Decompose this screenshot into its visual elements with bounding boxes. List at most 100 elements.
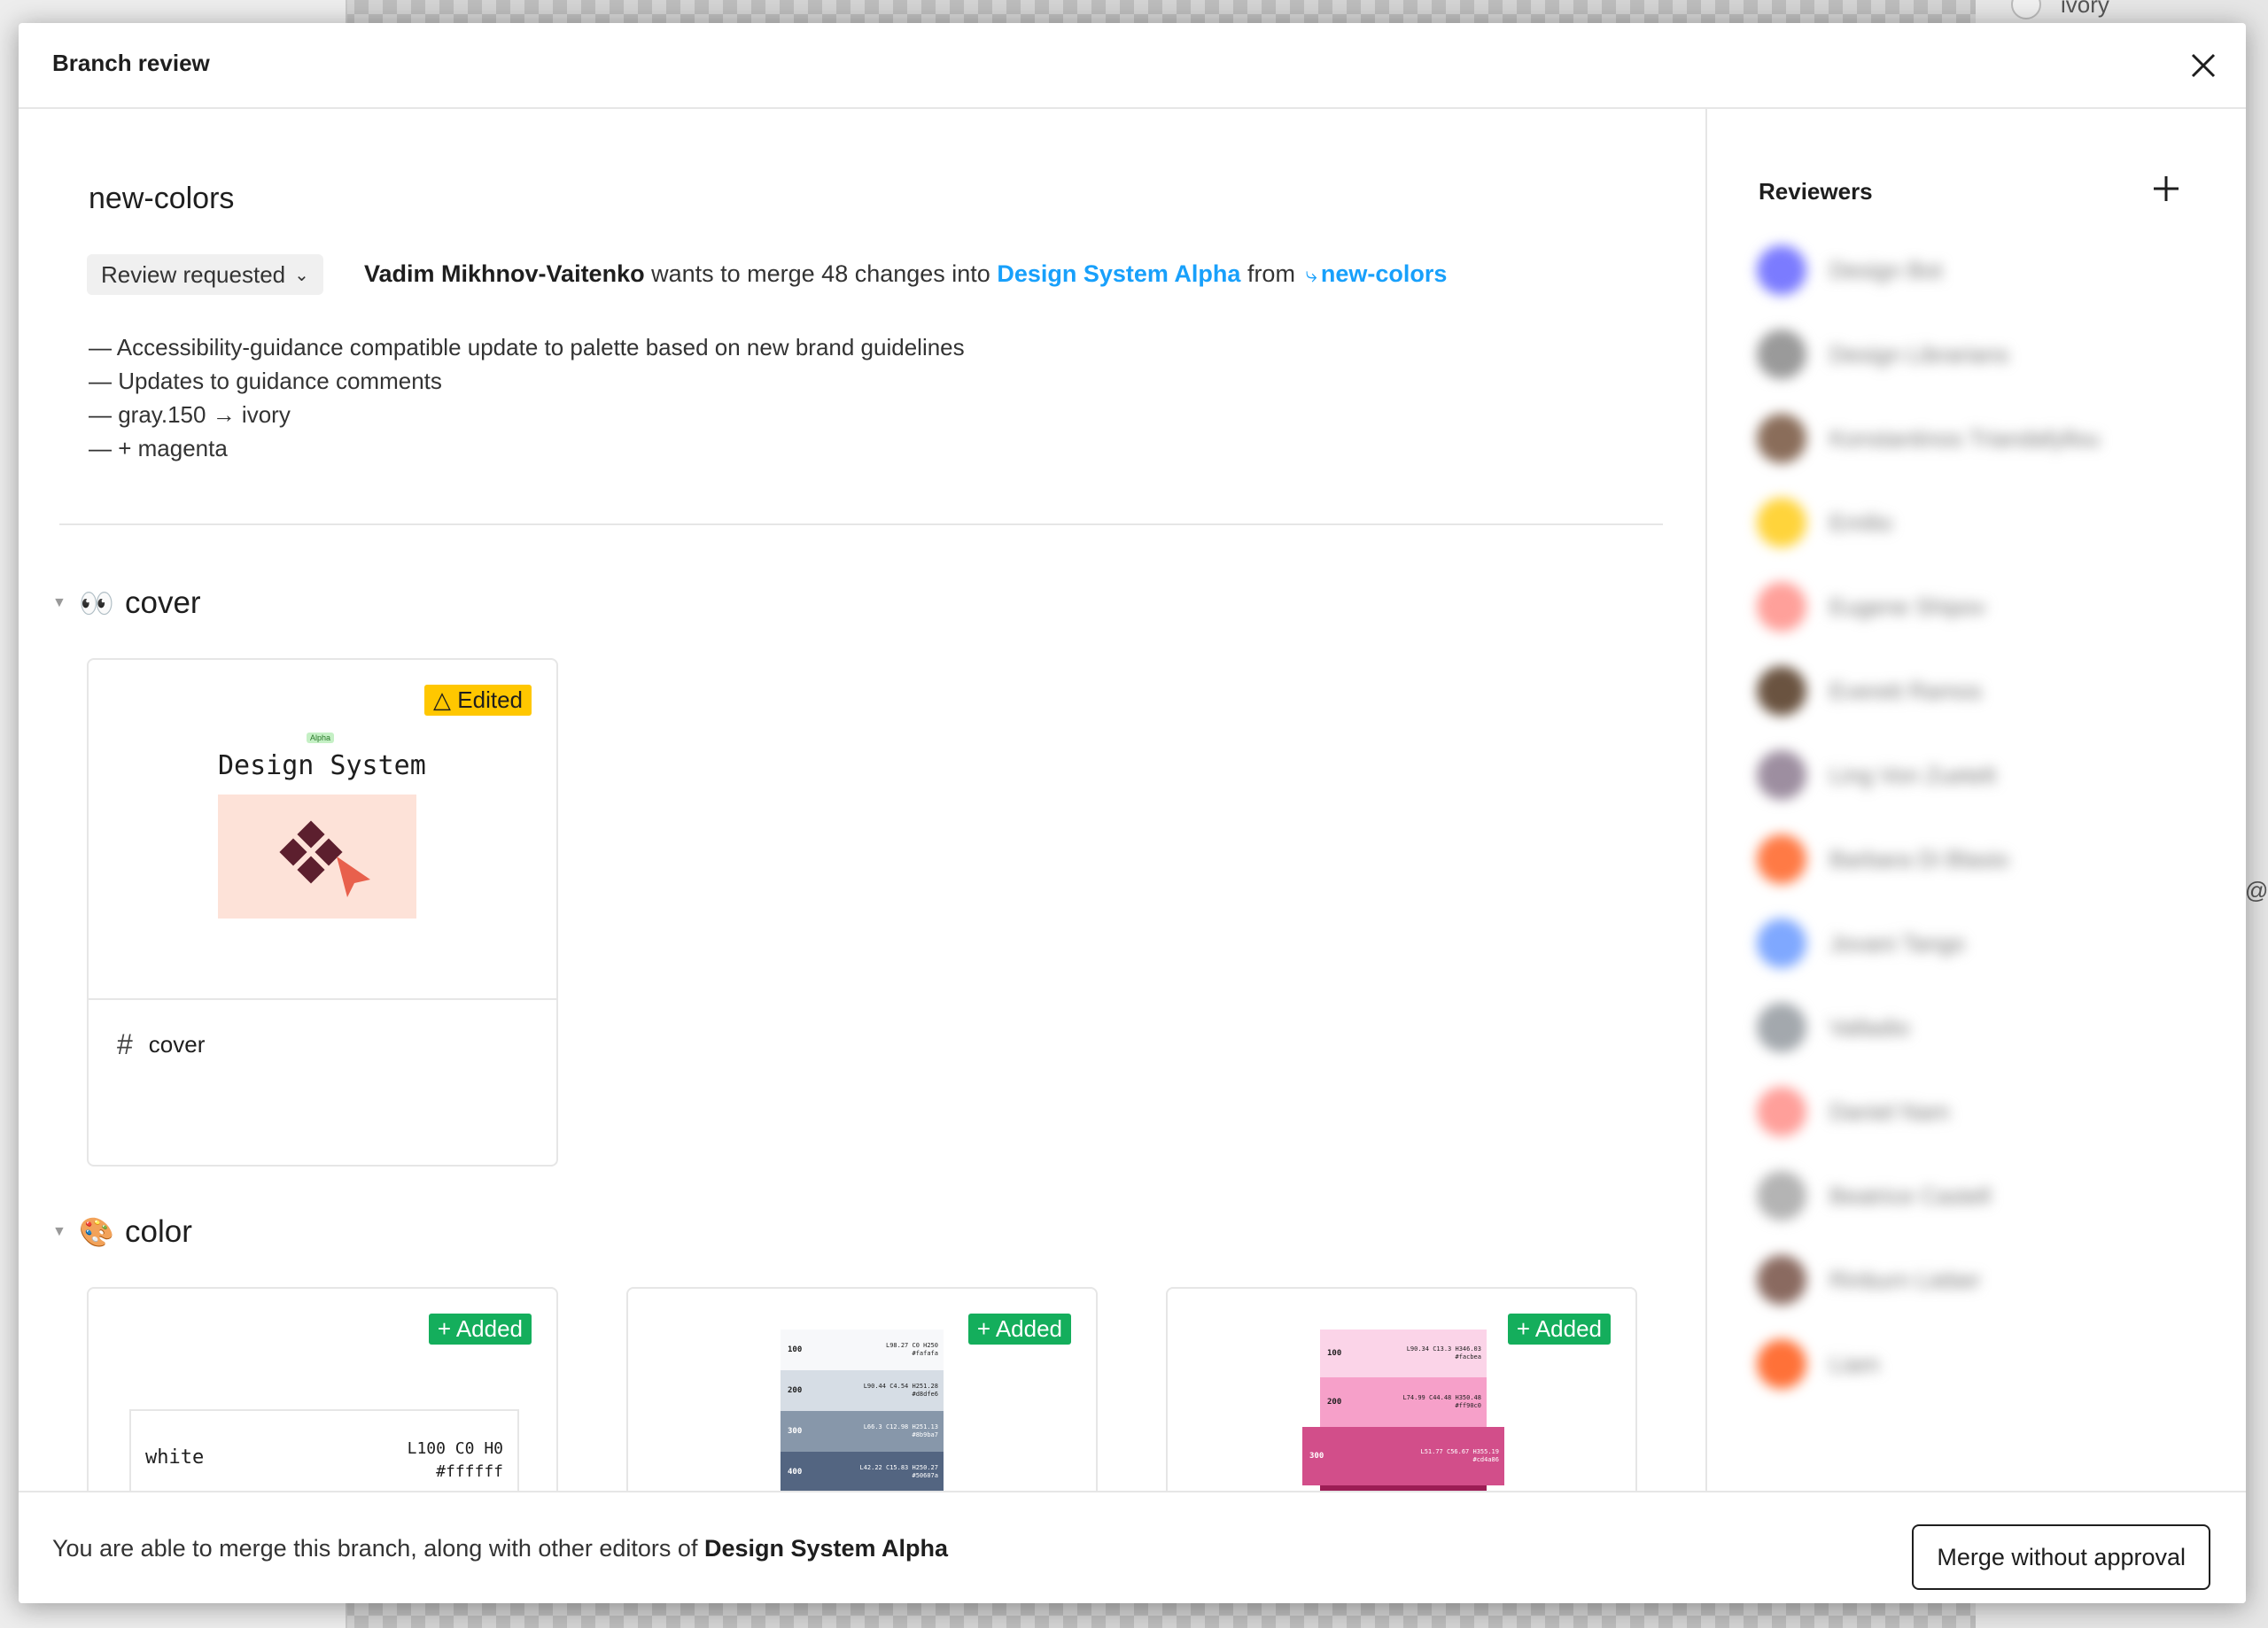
reviewer-name: Ling Von Zuetelt bbox=[1829, 761, 1996, 788]
thumbnail-image bbox=[218, 795, 416, 919]
section-header-color[interactable]: ▼ 🎨 color bbox=[52, 1214, 192, 1250]
scale-row: 200 L74.99 C44.48 H350.48 #ff90c0 bbox=[1320, 1377, 1487, 1427]
scale-key: 200 bbox=[788, 1386, 803, 1395]
scale-values: L98.27 C0 H250 #fafafa bbox=[885, 1342, 938, 1357]
section-title: color bbox=[125, 1214, 192, 1249]
reviewer-item[interactable]: Daniel Nam bbox=[1757, 1087, 1950, 1136]
author-name: Vadim Mikhnov-Vaitenko bbox=[364, 260, 645, 287]
swatch-name: white bbox=[145, 1446, 205, 1469]
swatch-value: #ffffff bbox=[436, 1462, 503, 1481]
reviewer-item[interactable]: Jovani Tango bbox=[1757, 919, 1965, 968]
design-system-logo-icon bbox=[279, 820, 370, 897]
reviewer-item[interactable]: Design Librarians bbox=[1757, 329, 2008, 379]
avatar bbox=[1757, 582, 1806, 632]
collapse-caret-icon[interactable]: ▼ bbox=[52, 1224, 79, 1240]
reviewer-name: Design Bot bbox=[1829, 256, 1943, 283]
merge-without-approval-button[interactable]: Merge without approval bbox=[1912, 1524, 2210, 1590]
scale-row: 400 L42.22 C15.83 H250.27 #50607a bbox=[781, 1452, 944, 1491]
avatar bbox=[1757, 919, 1806, 968]
swatch-value: L100 C0 H0 bbox=[407, 1439, 503, 1458]
scale-values: L74.99 C44.48 H350.48 #ff90c0 bbox=[1402, 1394, 1481, 1409]
page-card-white[interactable]: + Added white L100 C0 H0 #ffffff bbox=[87, 1287, 558, 1491]
scale-row: 300 L51.77 C56.67 H355.19 #cd4a86 bbox=[1302, 1427, 1504, 1485]
collapse-caret-icon[interactable]: ▼ bbox=[52, 595, 79, 611]
reviewer-item[interactable]: Design Bot bbox=[1757, 245, 1942, 295]
description-line: — Updates to guidance comments bbox=[89, 368, 442, 394]
scale-values: L90.44 C4.54 H251.28 #d8dfe6 bbox=[863, 1383, 938, 1398]
modal-header: Branch review bbox=[19, 23, 2246, 109]
target-file-link[interactable]: Design System Alpha bbox=[997, 260, 1240, 287]
avatar bbox=[1757, 750, 1806, 800]
modal-footer: You are able to merge this branch, along… bbox=[19, 1491, 2246, 1603]
merge-text: wants to merge 48 changes into bbox=[651, 260, 990, 287]
reviewers-sidebar: Reviewers Design Bot Design Librarians Kon… bbox=[1705, 109, 2246, 1491]
reviewers-title: Reviewers bbox=[1759, 178, 1873, 205]
scale-values: L42.22 C15.83 H250.27 #50607a bbox=[859, 1464, 938, 1479]
reviewer-name: Beatrice Castell bbox=[1829, 1182, 1992, 1209]
avatar bbox=[1757, 329, 1806, 379]
reviewer-item[interactable]: Liam bbox=[1757, 1339, 1879, 1389]
reviewer-name: Barbara Di Blasio bbox=[1829, 845, 2009, 872]
footer-file-name: Design System Alpha bbox=[703, 1535, 949, 1562]
reviewer-name: Eugene Shipov bbox=[1829, 593, 1986, 620]
branch-review-modal: Branch review new-colors Review requeste… bbox=[19, 23, 2246, 1603]
reviewer-item[interactable]: Eugene Shipov bbox=[1757, 582, 1985, 632]
review-main-panel[interactable]: new-colors Review requested ⌄ Vadim Mikh… bbox=[19, 109, 1705, 1491]
branch-description: — Accessibility-guidance compatible upda… bbox=[89, 330, 965, 465]
thumbnail-title: Design System bbox=[218, 750, 426, 781]
source-branch-link[interactable]: new-colors bbox=[1321, 260, 1448, 287]
description-line: — Accessibility-guidance compatible upda… bbox=[89, 334, 965, 360]
reviewer-name: Valladio bbox=[1829, 1013, 1910, 1041]
avatar bbox=[1757, 666, 1806, 716]
scale-key: 400 bbox=[788, 1468, 803, 1477]
plus-icon bbox=[2154, 176, 2179, 201]
scale-key: 200 bbox=[1327, 1398, 1342, 1407]
close-icon bbox=[2191, 53, 2216, 78]
merge-summary: Vadim Mikhnov-Vaitenko wants to merge 48… bbox=[364, 260, 1447, 288]
added-badge: + Added bbox=[967, 1314, 1071, 1345]
branch-name: new-colors bbox=[89, 182, 235, 215]
eyes-emoji-icon: 👀 bbox=[79, 587, 114, 619]
background-peek-label: @c bbox=[2245, 877, 2268, 903]
review-status-label: Review requested bbox=[101, 260, 286, 288]
reviewer-item[interactable]: Everett Ramos bbox=[1757, 666, 1982, 716]
section-header-cover[interactable]: ▼ 👀 cover bbox=[52, 585, 201, 621]
page-card-magenta-scale[interactable]: + Added 100 L90.34 C13.3 H346.03 #facbea … bbox=[1166, 1287, 1637, 1491]
reviewer-name: Jovani Tango bbox=[1829, 929, 1965, 957]
frame-name: cover bbox=[148, 1031, 206, 1058]
reviewer-name: Konstantinos Triandafyllou bbox=[1829, 424, 2100, 452]
reviewer-item[interactable]: Valladio bbox=[1757, 1003, 1910, 1052]
swatch-values: L100 C0 H0 #ffffff bbox=[408, 1438, 503, 1484]
scale-row: 100 L90.34 C13.3 H346.03 #facbea bbox=[1320, 1330, 1487, 1377]
reviewer-name: Rinburn Lieber bbox=[1829, 1266, 1981, 1293]
page-card-gray-scale[interactable]: + Added 100 L98.27 C0 H250 #fafafa 200 L9… bbox=[626, 1287, 1098, 1491]
description-line: — + magenta bbox=[89, 435, 228, 461]
page-card-cover[interactable]: △ Edited Alpha Design System # cover bbox=[87, 658, 558, 1167]
palette-emoji-icon: 🎨 bbox=[79, 1216, 114, 1248]
avatar bbox=[1757, 498, 1806, 547]
frame-hash-icon: # bbox=[117, 1028, 133, 1060]
color-swatch: white L100 C0 H0 #ffffff bbox=[129, 1409, 519, 1491]
close-button[interactable] bbox=[2186, 48, 2221, 83]
section-title: cover bbox=[125, 585, 201, 620]
scale-row: 300 L66.3 C12.98 H251.13 #8b9ba7 bbox=[781, 1411, 944, 1452]
scale-values: L66.3 C12.98 H251.13 #8b9ba7 bbox=[863, 1423, 938, 1438]
magenta-color-scale: 100 L90.34 C13.3 H346.03 #facbea 200 L74.… bbox=[1302, 1330, 1504, 1491]
edited-badge: △ Edited bbox=[424, 685, 532, 716]
divider bbox=[59, 523, 1663, 525]
reviewer-item[interactable]: Ling Von Zuetelt bbox=[1757, 750, 1996, 800]
reviewer-item[interactable]: Beatrice Castell bbox=[1757, 1171, 1991, 1221]
modal-title: Branch review bbox=[52, 50, 210, 76]
footer-text-prefix: You are able to merge this branch, along… bbox=[52, 1535, 698, 1562]
avatar bbox=[1757, 1087, 1806, 1136]
avatar bbox=[1757, 834, 1806, 884]
avatar bbox=[1757, 245, 1806, 295]
review-status-dropdown[interactable]: Review requested ⌄ bbox=[87, 254, 323, 295]
reviewer-item[interactable]: Emilio bbox=[1757, 498, 1892, 547]
reviewer-item[interactable]: Rinburn Lieber bbox=[1757, 1255, 1981, 1305]
reviewer-name: Everett Ramos bbox=[1829, 677, 1982, 704]
reviewer-item[interactable]: Barbara Di Blasio bbox=[1757, 834, 2008, 884]
add-reviewer-button[interactable] bbox=[2150, 173, 2182, 205]
branch-icon: ⤷ bbox=[1305, 263, 1317, 287]
reviewer-item[interactable]: Konstantinos Triandafyllou bbox=[1757, 414, 2100, 463]
